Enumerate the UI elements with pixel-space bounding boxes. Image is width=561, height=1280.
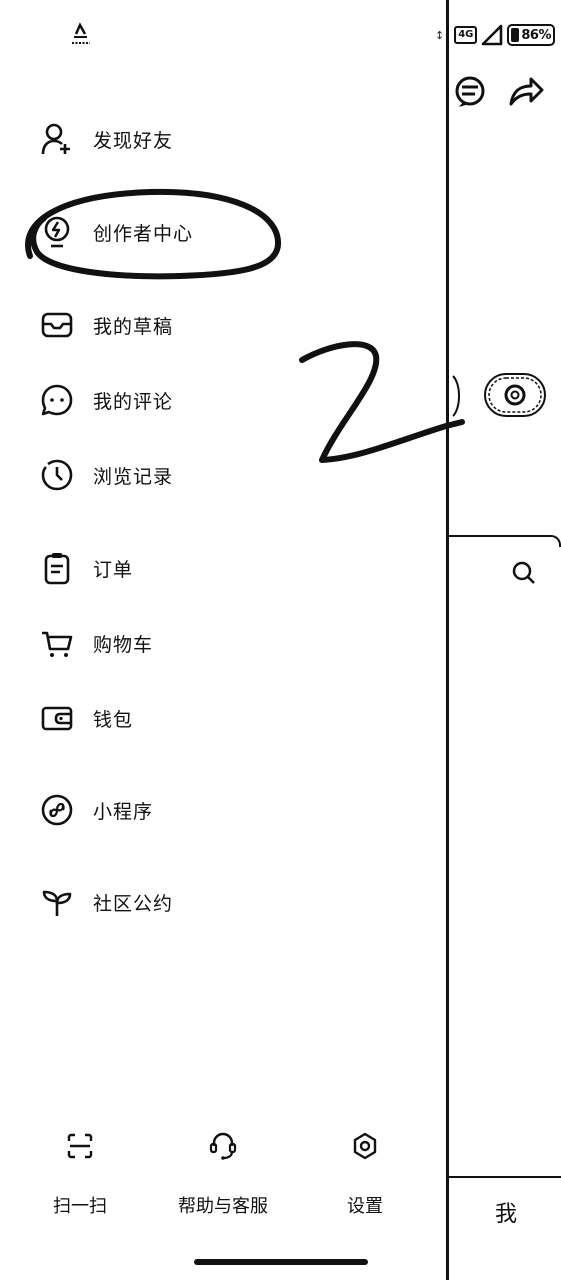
sprout-icon [40,885,74,919]
lightbulb-bolt-icon [40,215,74,249]
search-icon[interactable] [511,560,537,586]
screen: 我 发现好友 创作者中心 我的草稿 我的评论 浏览记录 订单 购物车 钱包 小程… [0,0,561,1280]
menu-label: 发现好友 [93,129,174,152]
share-icon[interactable] [507,74,545,108]
side-drawer: 发现好友 创作者中心 我的草稿 我的评论 浏览记录 订单 购物车 钱包 小程序 … [0,0,446,1280]
left-edge-bracket [452,375,460,417]
clock-icon [40,458,74,492]
menu-item-orders[interactable]: 订单 [40,548,133,588]
settings-label: 设置 [347,1196,383,1217]
menu-item-my-comments[interactable]: 我的评论 [40,380,173,420]
menu-label: 小程序 [93,800,154,823]
menu-item-discover-friends[interactable]: 发现好友 [40,119,173,159]
menu-item-creator-center[interactable]: 创作者中心 [40,212,193,252]
scan-label: 扫一扫 [53,1196,107,1217]
battery-percent: 86% [521,27,551,43]
menu-item-wallet[interactable]: 钱包 [40,698,133,738]
comment-bubble-icon [40,383,74,417]
menu-label: 订单 [93,558,134,581]
menu-label: 钱包 [93,708,134,731]
help-service-label: 帮助与客服 [178,1196,268,1217]
menu-label: 我的评论 [93,390,174,413]
menu-item-cart[interactable]: 购物车 [40,623,153,663]
help-service-button[interactable]: 帮助与客服 [168,1130,278,1218]
clipboard-icon [40,551,74,585]
tab-bar-divider [449,1176,561,1178]
menu-label: 创作者中心 [93,222,194,245]
menu-label: 购物车 [93,633,154,656]
home-indicator[interactable] [194,1259,368,1265]
network-type: 4G [454,26,478,44]
wallet-icon [40,701,74,735]
menu-item-drafts[interactable]: 我的草稿 [40,305,173,345]
background-page: 我 [446,0,561,1280]
divider [449,535,549,537]
chat-icon[interactable] [453,74,487,108]
tab-me[interactable]: 我 [495,1196,517,1228]
headset-icon [207,1130,239,1162]
menu-label: 社区公约 [93,892,174,915]
drafts-box-icon [40,308,74,342]
menu-label: 浏览记录 [93,465,174,488]
menu-item-mini-programs[interactable]: 小程序 [40,790,153,830]
menu-item-community-guidelines[interactable]: 社区公约 [40,882,173,922]
scan-button[interactable]: 扫一扫 [38,1130,122,1218]
menu-item-history[interactable]: 浏览记录 [40,455,173,495]
menu-label: 我的草稿 [93,315,174,338]
battery-indicator: 86% [507,24,555,46]
status-bar: ↕ 4G 86% [435,20,555,50]
card-corner [547,535,561,547]
location-arrow-icon: ↕ [434,28,445,42]
settings-icon[interactable] [483,372,547,418]
settings-button[interactable]: 设置 [323,1130,407,1218]
add-friend-icon [40,122,74,156]
cart-icon [40,626,74,660]
signal-icon [482,24,503,46]
battery-level [511,28,520,42]
settings-icon [349,1130,381,1162]
app-logo-icon [72,22,90,44]
mini-program-icon [40,793,74,827]
scan-icon [64,1130,96,1162]
